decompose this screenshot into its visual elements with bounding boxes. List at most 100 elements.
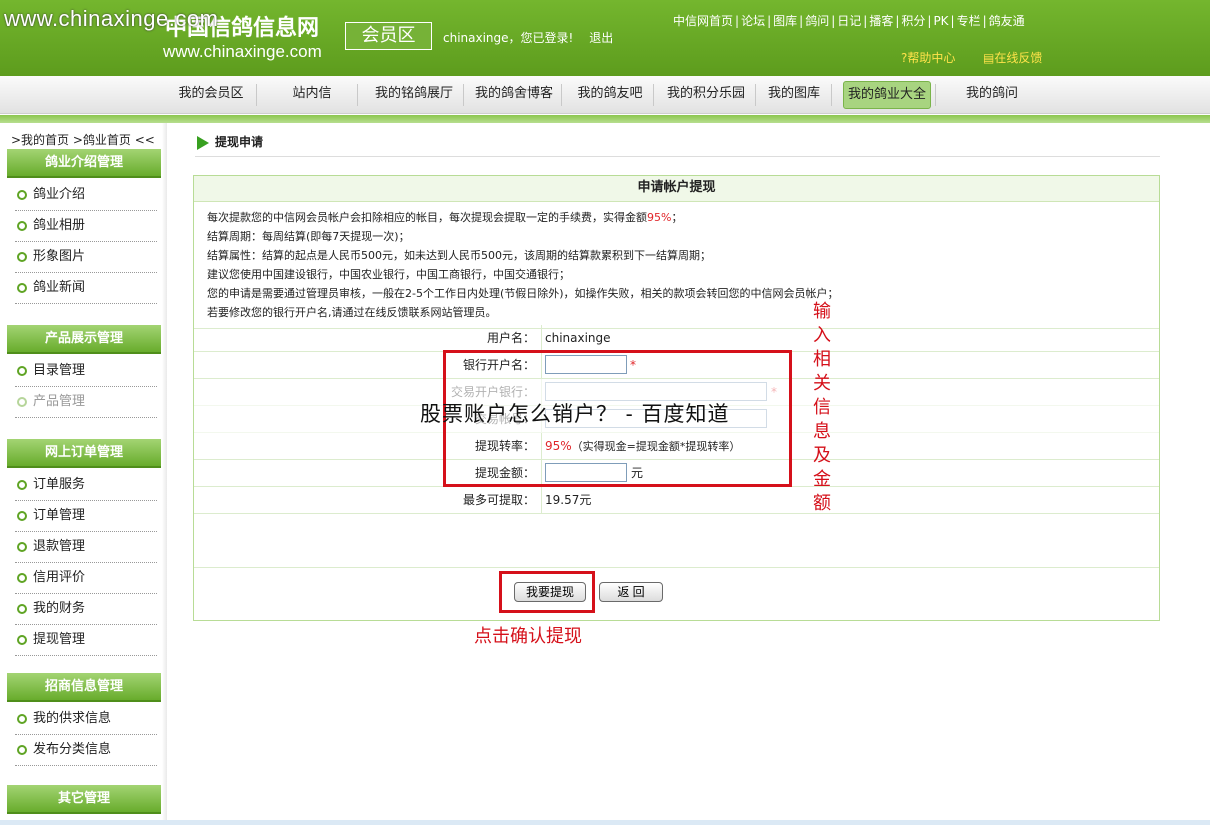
circle-bullet-icon — [17, 714, 27, 724]
sidebar-item[interactable]: 目录管理 — [15, 356, 157, 387]
note-line: 若要修改您的银行开户名,请通过在线反馈联系网站管理员。 — [207, 306, 497, 319]
overlay-title: 股票账户怎么销户？ - 百度知道 — [420, 402, 730, 426]
sidebar-section-header: 其它管理 — [7, 785, 161, 814]
sidebar-section-header: 产品展示管理 — [7, 325, 161, 354]
nav-item[interactable]: 我的鸽友吧 — [571, 76, 649, 114]
sidebar-item-label: 发布分类信息 — [33, 742, 112, 757]
annotation-box-submit — [499, 571, 595, 613]
document-icon: ▤ — [983, 51, 995, 65]
max-value: 19.57元 — [545, 493, 592, 507]
nav-separator — [561, 84, 562, 106]
link-separator: | — [895, 14, 900, 28]
sidebar-item-label: 形象图片 — [33, 249, 86, 264]
login-status-text: chinaxinge，您已登录! — [443, 31, 574, 45]
sidebar-item[interactable]: 我的供求信息 — [15, 704, 157, 735]
nav-separator — [935, 84, 936, 106]
link-separator: | — [927, 14, 932, 28]
annotation-side-note: 输入相关信息及金额 — [813, 301, 831, 514]
logo-url[interactable]: www.chinaxinge.com — [163, 42, 322, 62]
sidebar-item[interactable]: 形象图片 — [15, 242, 157, 273]
top-link[interactable]: 日记 — [837, 14, 861, 28]
sidebar-section-header: 鸽业介绍管理 — [7, 149, 161, 178]
back-button[interactable]: 返 回 — [599, 582, 663, 602]
top-link[interactable]: 播客 — [869, 14, 893, 28]
sidebar-item[interactable]: 信用评价 — [15, 563, 157, 594]
username-label: 用户名： — [486, 331, 535, 345]
link-separator: | — [982, 14, 987, 28]
feedback-label: 在线反馈 — [994, 51, 1043, 65]
top-link[interactable]: PK — [933, 14, 948, 28]
logout-link[interactable]: 退出 — [589, 31, 613, 45]
sidebar-item-label: 产品管理 — [33, 394, 86, 409]
circle-bullet-icon — [17, 635, 27, 645]
top-link[interactable]: 鸽问 — [805, 14, 829, 28]
max-row: 最多可提取： 19.57元 — [194, 487, 1159, 514]
top-link[interactable]: 积分 — [901, 14, 925, 28]
login-status: chinaxinge，您已登录! 退出 — [443, 29, 613, 46]
main-nav: 我的会员区 站内信 我的铭鸽展厅 我的鸽舍博客 我的鸽友吧 我的积分乐园 我的图库 我的鸽业大… — [0, 76, 1210, 114]
nav-separator — [357, 84, 358, 106]
note-line: 建议您使用中国建设银行，中国农业银行，中国工商银行，中国交通银行； — [207, 268, 570, 281]
circle-bullet-icon — [17, 221, 27, 231]
sidebar-item-label: 我的财务 — [33, 601, 86, 616]
page-title-text: 提现申请 — [215, 135, 264, 149]
nav-item[interactable]: 我的鸽问 — [960, 76, 1024, 114]
nav-item[interactable]: 我的鸽业大全 — [843, 81, 931, 109]
top-links: 中信网首页 | 论坛 | 图库 | 鸽问 | 日记 | 播客 | 积分 | PK | 专栏 | 鸽友通 — [673, 12, 1025, 29]
sidebar-item[interactable]: 订单管理 — [15, 501, 157, 532]
sidebar-item[interactable]: 产品管理 — [15, 387, 157, 418]
link-separator: | — [799, 14, 804, 28]
sidebar-item[interactable]: 提现管理 — [15, 625, 157, 656]
top-link[interactable]: 专栏 — [957, 14, 981, 28]
sidebar-item[interactable]: 发布分类信息 — [15, 735, 157, 766]
sidebar-item-label: 目录管理 — [33, 363, 86, 378]
sidebar-item-label: 提现管理 — [33, 632, 86, 647]
top-link[interactable]: 鸽友通 — [989, 14, 1025, 28]
nav-separator — [653, 84, 654, 106]
breadcrumb[interactable]: >我的首页 >鸽业首页 << — [11, 131, 155, 148]
sidebar-item[interactable]: 鸽业新闻 — [15, 273, 157, 304]
circle-bullet-icon — [17, 397, 27, 407]
note-line: 每次提款您的中信网会员帐户会扣除相应的帐目，每次提现会提取一定的手续费，实得金额… — [207, 208, 1146, 227]
top-link[interactable]: 中信网首页 — [673, 14, 733, 28]
bottom-border — [0, 820, 1210, 825]
sidebar-item[interactable]: 订单服务 — [15, 470, 157, 501]
nav-item[interactable]: 我的图库 — [761, 76, 827, 114]
nav-separator — [755, 84, 756, 106]
sidebar-item-label: 鸽业新闻 — [33, 280, 86, 295]
nav-item[interactable]: 我的鸽舍博客 — [471, 76, 557, 114]
top-link[interactable]: 图库 — [773, 14, 797, 28]
top-link[interactable]: 论坛 — [741, 14, 765, 28]
sidebar: >我的首页 >鸽业首页 << 鸽业介绍管理 鸽业介绍鸽业相册形象图片鸽业新闻产品展… — [0, 123, 167, 825]
sidebar-item-label: 订单服务 — [33, 477, 86, 492]
circle-bullet-icon — [17, 480, 27, 490]
arrow-right-icon — [197, 136, 209, 150]
member-area-badge[interactable]: 会员区 — [345, 22, 432, 50]
nav-item[interactable]: 我的积分乐园 — [661, 76, 751, 114]
sidebar-item-label: 信用评价 — [33, 570, 86, 585]
notes: 每次提款您的中信网会员帐户会扣除相应的帐目，每次提现会提取一定的手续费，实得金额… — [194, 202, 1159, 329]
link-separator: | — [831, 14, 836, 28]
nav-item[interactable]: 我的会员区 — [170, 76, 252, 114]
nav-item[interactable]: 我的铭鸽展厅 — [369, 76, 459, 114]
help-center-link[interactable]: ?帮助中心 — [901, 49, 955, 66]
link-separator: | — [863, 14, 868, 28]
green-divider — [0, 115, 1210, 123]
help-label: 帮助中心 — [907, 51, 956, 65]
sidebar-item[interactable]: 鸽业介绍 — [15, 180, 157, 211]
sidebar-shadow — [162, 123, 167, 825]
circle-bullet-icon — [17, 604, 27, 614]
sidebar-item-label: 鸽业相册 — [33, 218, 86, 233]
row-divider — [541, 325, 542, 351]
feedback-link[interactable]: ▤在线反馈 — [983, 49, 1042, 66]
page-title: 提现申请 — [195, 133, 1160, 157]
nav-separator — [256, 84, 257, 106]
sidebar-item[interactable]: 退款管理 — [15, 532, 157, 563]
link-separator: | — [735, 14, 740, 28]
sidebar-item[interactable]: 鸽业相册 — [15, 211, 157, 242]
spacer-row — [194, 514, 1159, 568]
note-text: 每次提款您的中信网会员帐户会扣除相应的帐目，每次提现会提取一定的手续费，实得金额 — [207, 211, 647, 224]
nav-item[interactable]: 站内信 — [271, 76, 353, 114]
circle-bullet-icon — [17, 745, 27, 755]
sidebar-item[interactable]: 我的财务 — [15, 594, 157, 625]
